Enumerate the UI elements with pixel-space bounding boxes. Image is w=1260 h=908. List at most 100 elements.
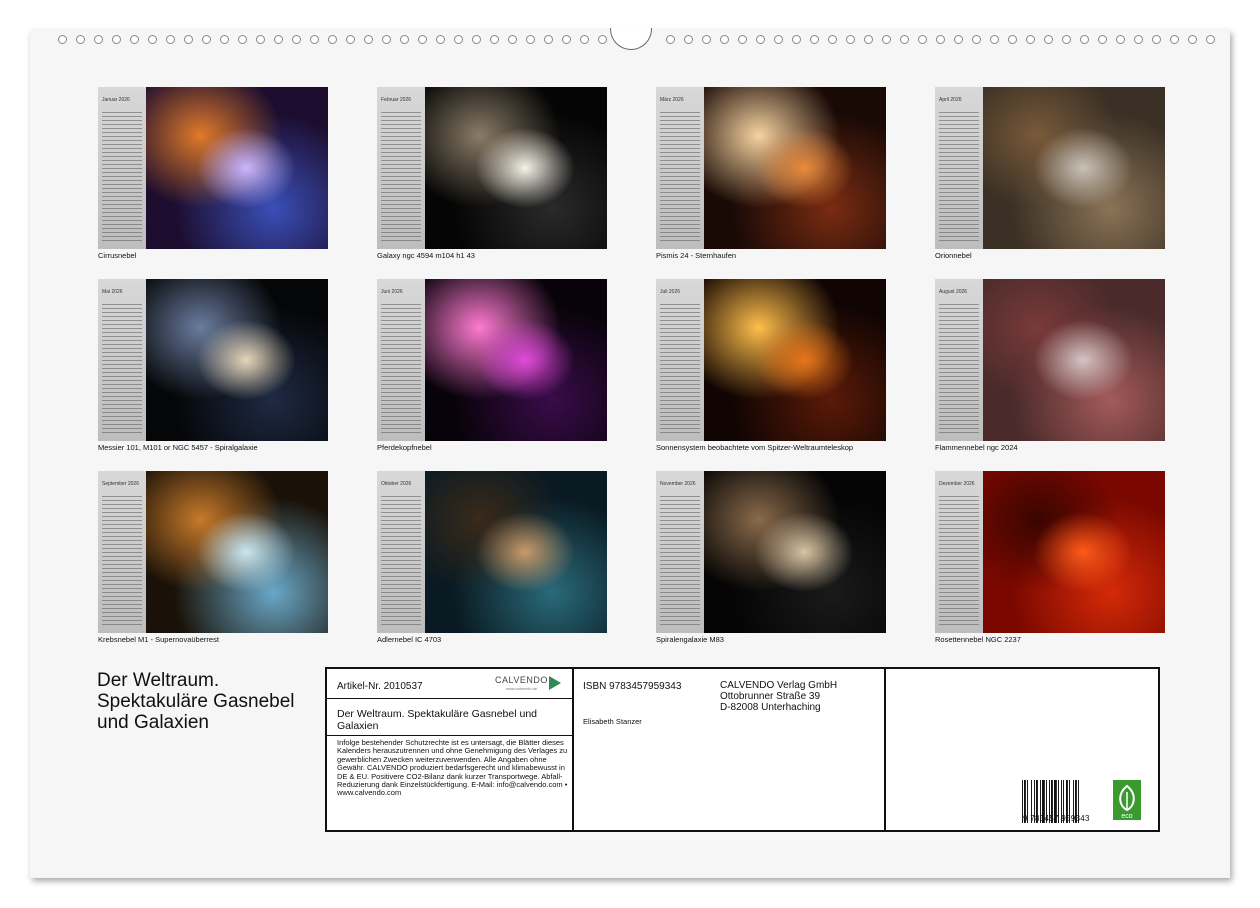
- logo-text: CALVENDO: [495, 675, 548, 685]
- calendar-strip: Dezember 2026: [935, 471, 983, 633]
- binding-ring: [94, 35, 103, 44]
- calendar-strip: März 2026: [656, 87, 704, 249]
- binding-ring: [544, 35, 553, 44]
- binding-ring: [1062, 35, 1071, 44]
- binding-ring: [490, 35, 499, 44]
- article-number: Artikel-Nr. 2010537: [337, 681, 423, 692]
- photo-caption: Cirrusnebel: [98, 251, 137, 260]
- binding-ring: [454, 35, 463, 44]
- month-label: Februar 2026: [381, 97, 412, 103]
- month-thumbnail: Januar 2026: [98, 87, 328, 249]
- calendar-strip: Januar 2026: [98, 87, 146, 249]
- calendar-title: Der Weltraum. Spektakuläre Gasnebel und …: [97, 670, 295, 733]
- publisher-street: Ottobrunner Straße 39: [720, 691, 821, 702]
- isbn: ISBN 9783457959343: [583, 681, 682, 692]
- photo-caption: Rosettennebel NGC 2237: [935, 635, 1021, 644]
- month-thumbnail: März 2026: [656, 87, 886, 249]
- binding-ring: [990, 35, 999, 44]
- binding-ring: [166, 35, 175, 44]
- publisher-address: CALVENDO Verlag GmbH Ottobrunner Straße …: [720, 680, 837, 713]
- month-thumbnail: Juli 2026: [656, 279, 886, 441]
- binding-ring: [1116, 35, 1125, 44]
- day-lines: [660, 109, 700, 241]
- barcode-number: 9 783457 959343: [1023, 814, 1090, 823]
- nebula-photo: [146, 471, 328, 633]
- binding-ring: [76, 35, 85, 44]
- info-column-article: Artikel-Nr. 2010537 CALVENDO www.calvend…: [327, 669, 574, 830]
- photo-caption: Orionnebel: [935, 251, 972, 260]
- binding-ring: [1188, 35, 1197, 44]
- calendar-strip: November 2026: [656, 471, 704, 633]
- day-lines: [381, 301, 421, 433]
- binding-ring: [346, 35, 355, 44]
- binding-ring: [774, 35, 783, 44]
- month-thumbnail: November 2026: [656, 471, 886, 633]
- binding-ring: [792, 35, 801, 44]
- binding-ring: [292, 35, 301, 44]
- photo-caption: Flammennebel ngc 2024: [935, 443, 1018, 452]
- binding-ring: [274, 35, 283, 44]
- month-label: Juli 2026: [660, 289, 681, 295]
- publisher-name: CALVENDO Verlag GmbH: [720, 680, 838, 691]
- binding-ring: [738, 35, 747, 44]
- day-lines: [381, 109, 421, 241]
- nebula-photo: [425, 279, 607, 441]
- month-label: März 2026: [660, 97, 684, 103]
- binding-ring: [1152, 35, 1161, 44]
- month-label: Oktober 2026: [381, 481, 412, 487]
- binding-ring: [756, 35, 765, 44]
- nebula-photo: [983, 471, 1165, 633]
- spiral-binding: [30, 28, 1230, 52]
- binding-ring: [1134, 35, 1143, 44]
- photo-caption: Pismis 24 - Sternhaufen: [656, 251, 737, 260]
- binding-ring: [972, 35, 981, 44]
- day-lines: [381, 493, 421, 625]
- month-label: Dezember 2026: [939, 481, 975, 487]
- nebula-photo: [983, 87, 1165, 249]
- nebula-photo: [983, 279, 1165, 441]
- day-lines: [102, 109, 142, 241]
- calendar-strip: August 2026: [935, 279, 983, 441]
- divider: [327, 735, 572, 736]
- binding-ring: [130, 35, 139, 44]
- logo-subtext: www.calvendo.de: [506, 686, 538, 691]
- author: Elisabeth Stanzer: [583, 717, 642, 726]
- binding-ring: [220, 35, 229, 44]
- calendar-strip: Oktober 2026: [377, 471, 425, 633]
- binding-ring: [684, 35, 693, 44]
- binding-ring: [328, 35, 337, 44]
- month-thumbnail: Mai 2026: [98, 279, 328, 441]
- binding-ring: [148, 35, 157, 44]
- binding-ring: [828, 35, 837, 44]
- leaf-icon: eco: [1119, 784, 1135, 820]
- calvendo-triangle-icon: [549, 676, 561, 690]
- binding-ring: [1098, 35, 1107, 44]
- binding-ring: [58, 35, 67, 44]
- binding-ring: [1170, 35, 1179, 44]
- binding-ring: [720, 35, 729, 44]
- month-thumbnail: Juni 2026: [377, 279, 607, 441]
- month-label: April 2026: [939, 97, 962, 103]
- binding-ring: [184, 35, 193, 44]
- binding-ring: [900, 35, 909, 44]
- nebula-photo: [146, 87, 328, 249]
- calendar-strip: Juni 2026: [377, 279, 425, 441]
- month-label: August 2026: [939, 289, 968, 295]
- day-lines: [939, 109, 979, 241]
- binding-ring: [238, 35, 247, 44]
- binding-ring: [472, 35, 481, 44]
- photo-caption: Spiralengalaxie M83: [656, 635, 724, 644]
- binding-ring: [526, 35, 535, 44]
- nebula-photo: [146, 279, 328, 441]
- month-label: Januar 2026: [102, 97, 130, 103]
- info-column-publisher: ISBN 9783457959343 Elisabeth Stanzer CAL…: [574, 669, 886, 830]
- nebula-photo: [425, 87, 607, 249]
- day-lines: [660, 493, 700, 625]
- binding-ring: [666, 35, 675, 44]
- nebula-photo: [704, 279, 886, 441]
- calendar-strip: Mai 2026: [98, 279, 146, 441]
- binding-ring: [702, 35, 711, 44]
- binding-ring: [382, 35, 391, 44]
- legal-text: Infolge bestehender Schutzrechte ist es …: [337, 738, 568, 798]
- calendar-strip: Februar 2026: [377, 87, 425, 249]
